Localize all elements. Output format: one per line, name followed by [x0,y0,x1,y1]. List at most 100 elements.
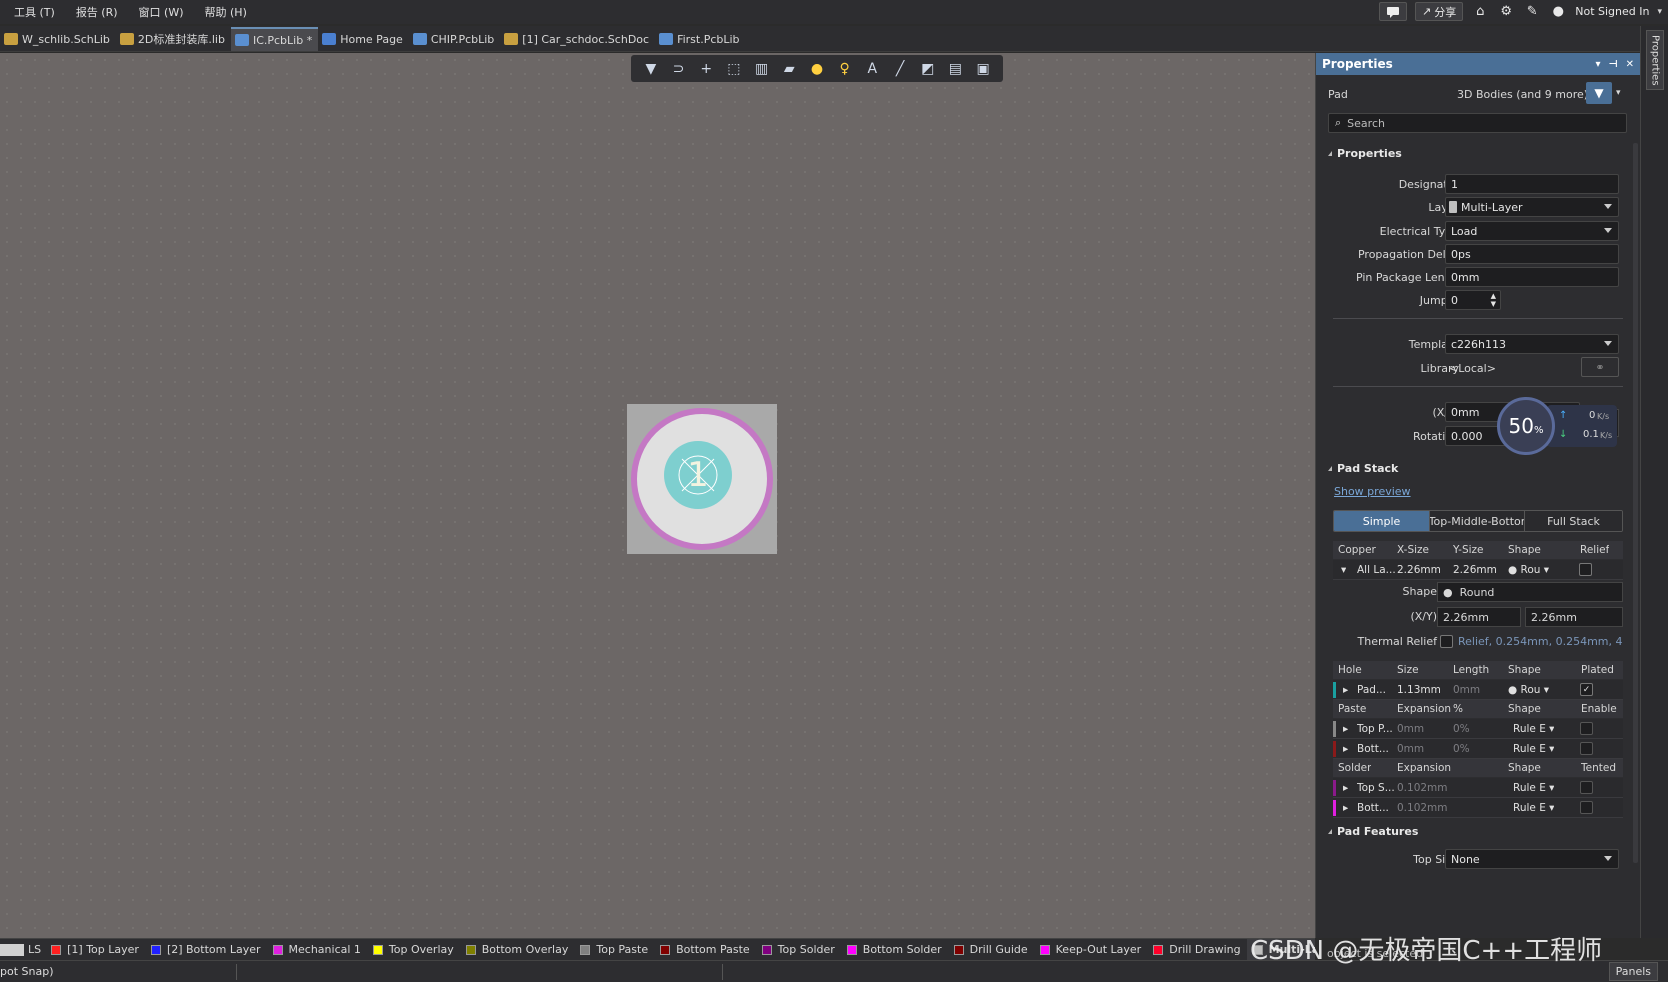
layer-tab-top-layer[interactable]: [1] Top Layer [45,939,145,960]
expand-icon[interactable]: ▸ [1343,802,1348,814]
layer-select[interactable]: Multi-Layer [1445,197,1619,217]
section-pad-stack[interactable]: Pad Stack [1316,458,1641,478]
tented-checkbox[interactable] [1580,781,1593,794]
user-icon[interactable]: ● [1549,3,1567,21]
plated-checkbox[interactable]: ✓ [1580,683,1593,696]
tab-2d-lib[interactable]: 2D标准封装库.lib [116,27,231,51]
panels-button[interactable]: Panels [1608,962,1658,981]
shape-select[interactable]: ● Round [1437,582,1623,602]
layer-tab-mechanical-1[interactable]: Mechanical 1 [267,939,367,960]
section-properties[interactable]: Properties [1316,143,1641,163]
tab-home-page[interactable]: Home Page [318,27,409,51]
crosshair-icon[interactable]: + [696,59,716,79]
electrical-type-select[interactable]: Load [1445,221,1619,241]
tab-chip-pcblib[interactable]: CHIP.PcbLib [409,27,500,51]
layer-set-button[interactable]: LS [0,939,45,960]
menu-window[interactable]: 窗口 (W) [132,4,191,20]
top-side-select[interactable]: None [1445,849,1619,869]
via-icon[interactable]: ♀ [835,59,855,79]
chevron-down-icon[interactable]: ▾ [1657,7,1662,17]
side-tab-properties[interactable]: Properties [1646,30,1664,90]
paste-row-top[interactable]: ▸ Top P... 0mm 0% Rule E ▾ [1333,719,1623,739]
thermal-relief-checkbox[interactable] [1440,635,1453,648]
relief-checkbox[interactable] [1579,563,1592,576]
pcb-canvas[interactable]: ▼ ⊃ + ⬚ ▥ ▰ ● ♀ A ╱ ◩ ▤ ▣ 1 [0,53,1315,938]
expand-icon[interactable]: ▸ [1343,723,1348,735]
copper-y-size[interactable]: 2.26mm [1453,564,1497,576]
layer-tab-drill-drawing[interactable]: Drill Drawing [1147,939,1246,960]
tab-car-schdoc[interactable]: [1] Car_schdoc.SchDoc [500,27,655,51]
layer-tab-top-paste[interactable]: Top Paste [574,939,654,960]
component-icon[interactable]: ▰ [779,59,799,79]
tab-first-pcblib[interactable]: First.PcbLib [655,27,745,51]
paste-row-bottom[interactable]: ▸ Bott... 0mm 0% Rule E ▾ [1333,739,1623,759]
expand-icon[interactable]: ▸ [1343,782,1348,794]
feedback-button[interactable] [1379,2,1408,21]
pin-icon[interactable]: ⊣ [1608,59,1617,70]
stepper-arrows-icon[interactable]: ▲ ▼ [1491,292,1496,308]
link-icon[interactable]: ⚭ [1581,357,1619,377]
search-box[interactable]: ⌕ Search [1328,113,1627,133]
gear-icon[interactable]: ⚙ [1497,3,1515,21]
copper-shape-select[interactable]: ● Rou ▾ [1508,564,1549,576]
close-icon[interactable]: ✕ [1626,59,1634,70]
copper-x-size[interactable]: 2.26mm [1397,564,1441,576]
dimension-icon[interactable]: ◩ [918,59,938,79]
chart-icon[interactable]: ▤ [945,59,965,79]
search-input[interactable]: Search [1347,117,1385,130]
jumper-stepper[interactable]: 0 ▲ ▼ [1445,290,1501,310]
expand-icon[interactable]: ▸ [1343,684,1348,696]
notifications-off-icon[interactable]: ✎ [1523,3,1541,21]
text-icon[interactable]: A [862,59,882,79]
designator-field[interactable]: 1 [1445,174,1619,194]
tab-full-stack[interactable]: Full Stack [1524,511,1622,531]
pad-preview[interactable]: 1 [627,404,777,554]
layer-tab-bottom-paste[interactable]: Bottom Paste [654,939,756,960]
hole-size[interactable]: 1.13mm [1397,684,1441,696]
filter-dropdown-icon[interactable]: ▾ [1616,88,1621,98]
layer-tab-bottom-overlay[interactable]: Bottom Overlay [460,939,575,960]
paste-shape-select[interactable]: Rule E ▾ [1513,743,1554,755]
layer-tab-keep-out[interactable]: Keep-Out Layer [1034,939,1148,960]
expand-icon[interactable]: ▸ [1343,743,1348,755]
home-icon[interactable]: ⌂ [1471,3,1489,21]
filter-icon[interactable]: ▼ [641,59,661,79]
pin-package-length-field[interactable]: 0mm [1445,267,1619,287]
copper-x-field[interactable]: 2.26mm [1437,607,1521,627]
layer-tab-top-solder[interactable]: Top Solder [756,939,841,960]
solder-shape-select[interactable]: Rule E ▾ [1513,782,1554,794]
copper-row-all-layers[interactable]: ▾ All La... 2.26mm 2.26mm ● Rou ▾ [1333,560,1623,580]
share-button[interactable]: ↗ 分享 [1415,2,1464,21]
propagation-delay-field[interactable]: 0ps [1445,244,1619,264]
copper-y-field[interactable]: 2.26mm [1525,607,1623,627]
line-icon[interactable]: ╱ [890,59,910,79]
align-icon[interactable]: ▥ [752,59,772,79]
menu-reports[interactable]: 报告 (R) [69,4,125,20]
layer-tab-top-overlay[interactable]: Top Overlay [367,939,460,960]
dropdown-icon[interactable]: ▾ [1595,59,1600,70]
filter-summary[interactable]: 3D Bodies (and 9 more) [1457,88,1588,101]
pad-icon[interactable]: ● [807,59,827,79]
hole-shape-select[interactable]: ● Rou ▾ [1508,684,1549,696]
user-status[interactable]: Not Signed In [1575,5,1649,18]
solder-shape-select[interactable]: Rule E ▾ [1513,802,1554,814]
route-icon[interactable]: ⊃ [669,59,689,79]
section-pad-features[interactable]: Pad Features [1316,821,1641,841]
tab-ic-pcblib[interactable]: IC.PcbLib * [230,27,319,51]
show-preview-link[interactable]: Show preview [1334,485,1411,498]
enable-checkbox[interactable] [1580,722,1593,735]
solder-row-bottom[interactable]: ▸ Bott... 0.102mm Rule E ▾ [1333,798,1623,818]
menu-help[interactable]: 帮助 (H) [198,4,254,20]
panel-scrollbar[interactable] [1633,143,1638,863]
region-icon[interactable]: ▣ [973,59,993,79]
layer-tab-bottom-solder[interactable]: Bottom Solder [841,939,948,960]
enable-checkbox[interactable] [1580,742,1593,755]
filter-button[interactable]: ▼ [1586,82,1612,104]
paste-shape-select[interactable]: Rule E ▾ [1513,723,1554,735]
tab-simple[interactable]: Simple [1334,511,1429,531]
tab-top-middle-bottom[interactable]: Top-Middle-Bottor [1429,511,1524,531]
layer-tab-drill-guide[interactable]: Drill Guide [948,939,1034,960]
solder-row-top[interactable]: ▸ Top S... 0.102mm Rule E ▾ [1333,778,1623,798]
select-rect-icon[interactable]: ⬚ [724,59,744,79]
expand-icon[interactable]: ▾ [1341,564,1346,576]
